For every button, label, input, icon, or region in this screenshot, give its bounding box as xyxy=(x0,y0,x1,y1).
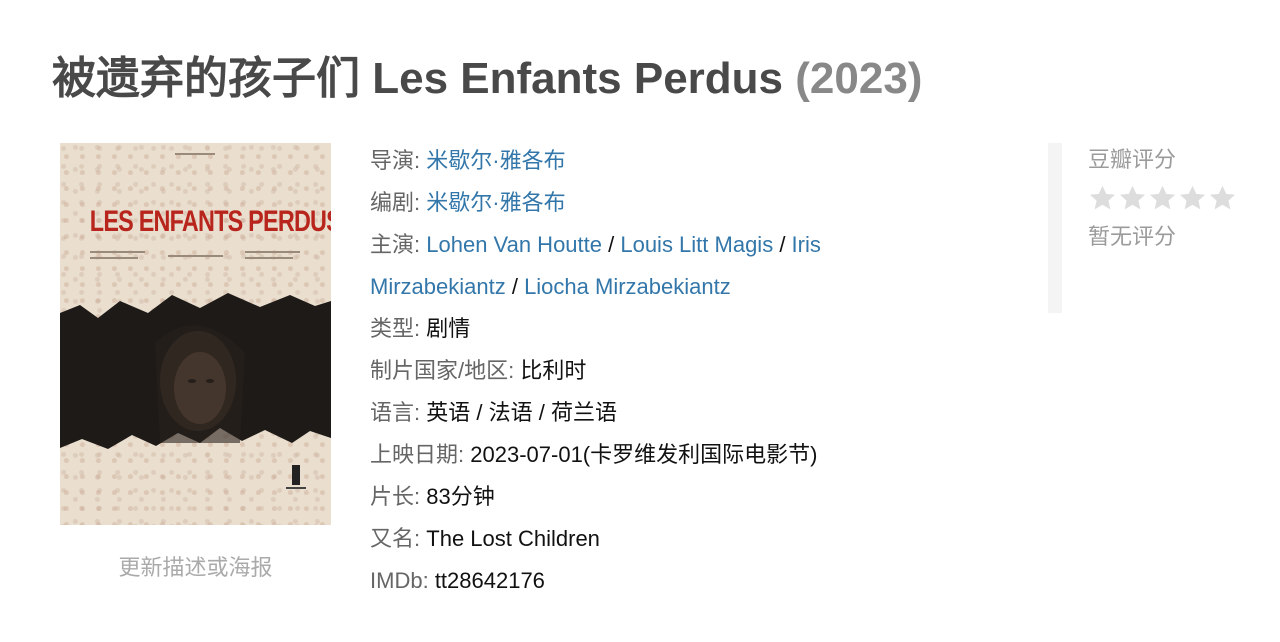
title-year: (2023) xyxy=(795,54,923,103)
cast-link[interactable]: Iris xyxy=(792,232,821,257)
poster-title-text: LES ENFANTS PERDUS xyxy=(89,205,331,238)
rating-label: 豆瓣评分 xyxy=(1088,147,1177,172)
title-chinese: 被遗弃的孩子们 xyxy=(52,54,360,103)
release-row: 上映日期: 2023-07-01(卡罗维发利国际电影节) xyxy=(370,442,818,467)
language-row: 语言: 英语 / 法语 / 荷兰语 xyxy=(370,400,617,425)
genre-value: 剧情 xyxy=(426,316,471,341)
cast-row-continued: Mirzabekiantz / Liocha Mirzabekiantz xyxy=(370,274,731,299)
poster-artwork xyxy=(60,153,331,489)
writer-row: 编剧: 米歇尔·雅各布 xyxy=(370,190,566,215)
no-rating-text: 暂无评分 xyxy=(1088,224,1177,249)
update-description-link[interactable]: 更新描述或海报 xyxy=(60,550,331,582)
cast-link[interactable]: Liocha Mirzabekiantz xyxy=(524,274,731,299)
cast-link[interactable]: Lohen Van Houtte xyxy=(426,232,602,257)
runtime-value: 83分钟 xyxy=(426,484,495,509)
aka-row: 又名: The Lost Children xyxy=(370,526,600,551)
star-icon xyxy=(1089,185,1116,210)
country-value: 比利时 xyxy=(520,358,587,383)
runtime-label: 片长 xyxy=(370,484,415,509)
cast-link[interactable]: Mirzabekiantz xyxy=(370,274,506,299)
rating-panel: 豆瓣评分 暂无评分 xyxy=(1048,143,1248,313)
runtime-row: 片长: 83分钟 xyxy=(370,484,495,509)
cast-link[interactable]: Louis Litt Magis xyxy=(620,232,773,257)
star-icon xyxy=(1119,185,1146,210)
title-original: Les Enfants Perdus xyxy=(372,54,784,103)
aka-label: 又名 xyxy=(370,526,415,551)
movie-page: 被遗弃的孩子们 Les Enfants Perdus (2023) LES EN xyxy=(0,0,1280,642)
writer-label: 编剧 xyxy=(370,190,415,215)
cast-label: 主演 xyxy=(370,232,415,257)
star-icon xyxy=(1209,185,1236,210)
imdb-row: IMDb: tt28642176 xyxy=(370,568,545,593)
language-label: 语言 xyxy=(370,400,415,425)
aka-value: The Lost Children xyxy=(426,526,600,551)
genre-label: 类型 xyxy=(370,316,415,341)
director-row: 导演: 米歇尔·雅各布 xyxy=(370,148,566,173)
star-icon xyxy=(1179,185,1206,210)
cast-row: 主演: Lohen Van Houtte / Louis Litt Magis … xyxy=(370,232,821,257)
imdb-label: IMDb xyxy=(370,568,423,593)
writer-link[interactable]: 米歇尔·雅各布 xyxy=(426,190,565,215)
imdb-value: tt28642176 xyxy=(434,568,545,593)
language-value: 英语 / 法语 / 荷兰语 xyxy=(426,400,617,425)
country-label: 制片国家/地区 xyxy=(370,358,509,383)
star-icon xyxy=(1149,185,1176,210)
movie-poster[interactable]: LES ENFANTS PERDUS xyxy=(60,143,331,525)
page-title: 被遗弃的孩子们 Les Enfants Perdus (2023) xyxy=(52,48,922,110)
release-label: 上映日期 xyxy=(370,442,459,467)
movie-info: 导演: 米歇尔·雅各布 编剧: 米歇尔·雅各布 主演: Lohen Van Ho… xyxy=(370,140,1010,602)
director-label: 导演 xyxy=(370,148,415,173)
genre-row: 类型: 剧情 xyxy=(370,316,471,341)
country-row: 制片国家/地区: 比利时 xyxy=(370,358,587,383)
director-link[interactable]: 米歇尔·雅各布 xyxy=(426,148,565,173)
rating-stars xyxy=(1088,184,1248,213)
release-value: 2023-07-01(卡罗维发利国际电影节) xyxy=(470,442,818,467)
